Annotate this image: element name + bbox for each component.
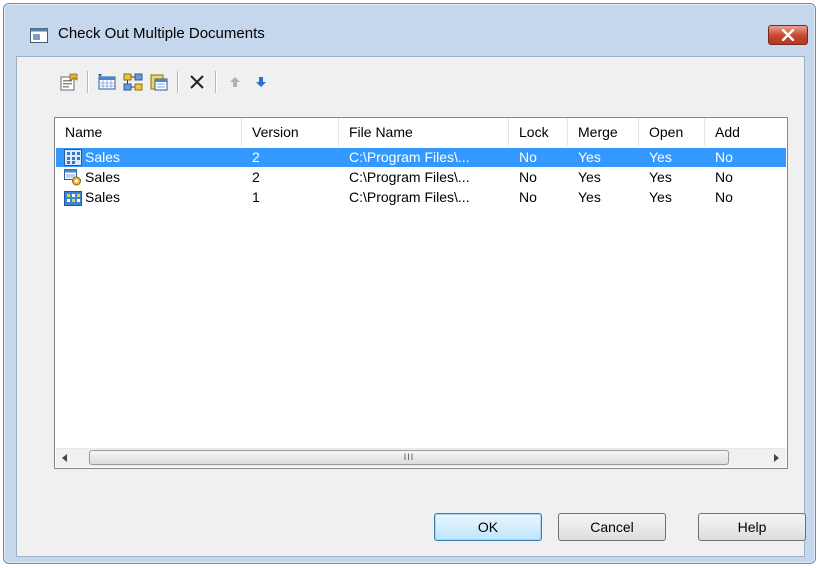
select-all-icon xyxy=(98,74,116,90)
scroll-left-button[interactable] xyxy=(56,449,74,467)
dialog-client-area: Name Version File Name Lock Merge Open A… xyxy=(16,56,806,557)
row-version: 2 xyxy=(252,169,260,185)
model-gear-icon xyxy=(64,169,82,186)
title-bar: Check Out Multiple Documents xyxy=(4,4,815,56)
properties-button[interactable] xyxy=(57,70,81,94)
column-header-file-name[interactable]: File Name xyxy=(339,118,509,146)
row-name: Sales xyxy=(85,149,121,165)
row-add: No xyxy=(715,149,733,165)
row-name: Sales xyxy=(85,189,121,205)
row-open: Yes xyxy=(649,189,672,205)
dialog-window: Check Out Multiple Documents Name Versio… xyxy=(3,3,816,564)
scroll-right-icon xyxy=(774,454,779,462)
model-building-icon xyxy=(64,189,82,206)
row-open: Yes xyxy=(649,169,672,185)
row-file-name: C:\Program Files\... xyxy=(349,169,470,185)
properties-icon xyxy=(60,73,78,91)
close-button[interactable] xyxy=(768,25,808,45)
row-open: Yes xyxy=(649,149,672,165)
column-header-version[interactable]: Version xyxy=(242,118,339,146)
row-merge: Yes xyxy=(578,149,601,165)
row-version: 2 xyxy=(252,149,260,165)
model-grid-icon xyxy=(64,149,82,166)
cancel-button[interactable]: Cancel xyxy=(558,513,666,541)
table-row[interactable]: Sales 2 C:\Program Files\... No Yes Yes … xyxy=(56,148,786,167)
select-models-button[interactable] xyxy=(121,70,145,94)
select-all-button[interactable] xyxy=(95,70,119,94)
row-lock: No xyxy=(519,149,537,165)
delete-icon xyxy=(190,75,204,89)
move-up-button[interactable] xyxy=(223,70,247,94)
row-add: No xyxy=(715,169,733,185)
column-header-name[interactable]: Name xyxy=(55,118,242,146)
row-lock: No xyxy=(519,189,537,205)
toolbar-separator xyxy=(215,71,217,93)
table-row[interactable]: Sales 1 C:\Program Files\... No Yes Yes … xyxy=(56,188,786,207)
row-file-name: C:\Program Files\... xyxy=(349,149,470,165)
scrollbar-grip: III xyxy=(403,452,415,462)
row-add: No xyxy=(715,189,733,205)
column-header-merge[interactable]: Merge xyxy=(568,118,639,146)
row-merge: Yes xyxy=(578,189,601,205)
column-header-open[interactable]: Open xyxy=(639,118,705,146)
window-icon xyxy=(30,28,48,43)
row-lock: No xyxy=(519,169,537,185)
row-merge: Yes xyxy=(578,169,601,185)
ok-button[interactable]: OK xyxy=(434,513,542,541)
column-header-add[interactable]: Add xyxy=(705,118,789,146)
toolbar-separator xyxy=(87,71,89,93)
select-files-button[interactable] xyxy=(147,70,171,94)
select-models-icon xyxy=(123,73,143,91)
move-down-icon xyxy=(256,77,266,87)
move-down-button[interactable] xyxy=(249,70,273,94)
row-file-name: C:\Program Files\... xyxy=(349,189,470,205)
list-header: Name Version File Name Lock Merge Open A… xyxy=(55,118,787,146)
toolbar xyxy=(57,69,275,95)
scrollbar-thumb[interactable]: III xyxy=(89,450,729,465)
row-name: Sales xyxy=(85,169,121,185)
window-title: Check Out Multiple Documents xyxy=(58,25,265,42)
scroll-left-icon xyxy=(62,454,67,462)
toolbar-separator xyxy=(177,71,179,93)
column-header-lock[interactable]: Lock xyxy=(509,118,568,146)
table-row[interactable]: Sales 2 C:\Program Files\... No Yes Yes … xyxy=(56,168,786,187)
delete-button[interactable] xyxy=(185,70,209,94)
select-files-icon xyxy=(150,74,168,91)
horizontal-scrollbar[interactable]: III xyxy=(56,448,786,467)
close-icon xyxy=(781,29,795,41)
help-button[interactable]: Help xyxy=(698,513,806,541)
documents-list[interactable]: Name Version File Name Lock Merge Open A… xyxy=(54,117,788,469)
move-up-icon xyxy=(230,77,240,87)
scroll-right-button[interactable] xyxy=(767,449,785,467)
row-version: 1 xyxy=(252,189,260,205)
